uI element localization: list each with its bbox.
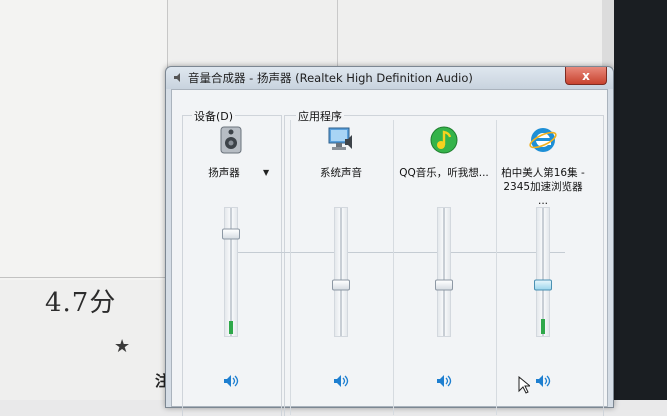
channel-browser: 柏中美人第16集 - 2345加速浏览器 ... bbox=[493, 120, 593, 415]
background-panel bbox=[0, 0, 168, 280]
qq-music-icon[interactable] bbox=[429, 125, 459, 155]
star-icon[interactable]: ★ bbox=[114, 336, 130, 357]
channel-label: 系统声音 bbox=[320, 167, 362, 179]
speaker-device-icon[interactable] bbox=[216, 125, 246, 155]
close-icon: x bbox=[582, 68, 590, 83]
mute-speaker-icon[interactable] bbox=[535, 374, 551, 388]
level-meter bbox=[541, 318, 545, 334]
volume-slider-thumb[interactable] bbox=[332, 279, 350, 291]
ie-browser-icon[interactable] bbox=[528, 125, 558, 155]
volume-slider-track[interactable] bbox=[222, 207, 240, 337]
volume-slider-thumb[interactable] bbox=[222, 228, 240, 240]
volume-slider-track[interactable] bbox=[435, 207, 453, 337]
system-sounds-icon[interactable] bbox=[326, 125, 356, 155]
volume-mixer-window: 音量合成器 - 扬声器 (Realtek High Definition Aud… bbox=[165, 66, 614, 416]
channel-label: 柏中美人第16集 - 2345加速浏览器 ... bbox=[501, 167, 585, 207]
level-meter bbox=[229, 321, 233, 334]
speaker-icon bbox=[174, 73, 180, 82]
mute-speaker-icon[interactable] bbox=[223, 374, 239, 388]
mute-speaker-icon[interactable] bbox=[436, 374, 452, 388]
volume-slider-thumb[interactable] bbox=[435, 279, 453, 291]
chevron-down-icon[interactable]: ▼ bbox=[263, 168, 269, 177]
slider-groove bbox=[340, 208, 342, 336]
mixer-client-area: 设备(D) 应用程序 扬声器 ▼ 系统声音 QQ音乐，听我想... 柏中美人第1… bbox=[171, 89, 608, 416]
volume-slider-thumb[interactable] bbox=[534, 279, 552, 291]
channel-label: QQ音乐，听我想... bbox=[399, 167, 489, 179]
rating-text: 4.7分 bbox=[45, 288, 117, 318]
mouse-cursor-icon bbox=[518, 376, 530, 394]
close-button[interactable]: x bbox=[565, 67, 607, 85]
slider-groove bbox=[542, 208, 544, 336]
background-rule bbox=[0, 277, 168, 278]
channel-qq-music: QQ音乐，听我想... bbox=[394, 120, 494, 415]
channel-system-sounds: 系统声音 bbox=[291, 120, 391, 415]
mute-speaker-icon[interactable] bbox=[333, 374, 349, 388]
title-bar[interactable]: 音量合成器 - 扬声器 (Realtek High Definition Aud… bbox=[166, 67, 613, 89]
volume-slider-track[interactable] bbox=[332, 207, 350, 337]
background-scrollbar bbox=[602, 0, 614, 68]
slider-groove bbox=[443, 208, 445, 336]
background-divider-top bbox=[337, 0, 338, 68]
window-title: 音量合成器 - 扬声器 (Realtek High Definition Aud… bbox=[188, 71, 473, 85]
channel-speaker: 扬声器 ▼ bbox=[181, 120, 281, 415]
screen-bezel bbox=[614, 0, 667, 400]
volume-slider-track[interactable] bbox=[534, 207, 552, 337]
